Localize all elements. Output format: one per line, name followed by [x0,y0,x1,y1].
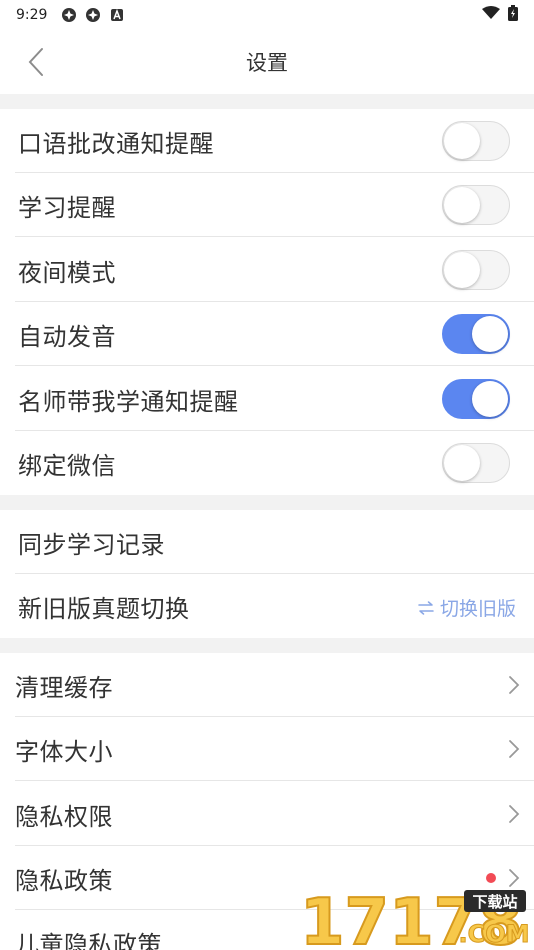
divider [15,365,534,366]
chevron-right-icon [509,740,520,758]
nav-bar: 设置 [0,30,534,94]
battery-icon [508,5,518,25]
setting-row-speaking-review-notify: 口语批改通知提醒 [0,109,534,173]
setting-row-sync-records[interactable]: 同步学习记录 [0,510,534,574]
teacher-notify-toggle[interactable] [442,379,510,419]
status-bar: 9:29 [0,0,534,30]
wifi-icon [482,6,500,24]
page-title: 设置 [246,51,288,75]
toggle-knob [444,252,480,288]
night-mode-toggle[interactable] [442,250,510,290]
study-reminder-toggle[interactable] [442,185,510,225]
setting-row-version-switch: 新旧版真题切换 切换旧版 [0,574,534,638]
setting-row-font-size[interactable]: 字体大小 [0,717,534,781]
setting-label: 名师带我学通知提醒 [18,387,239,416]
setting-row-clear-cache[interactable]: 清理缓存 [0,653,534,717]
setting-label: 自动发音 [18,322,116,351]
back-button[interactable] [18,44,54,80]
setting-row-night-mode: 夜间模式 [0,238,534,302]
toggle-knob [444,445,480,481]
keyboard-a-icon [109,7,125,23]
chevron-left-icon [28,48,43,76]
status-right [482,5,518,25]
setting-label: 隐私政策 [15,866,113,895]
setting-row-bind-wechat: 绑定微信 [0,431,534,495]
divider [15,236,534,237]
setting-label: 儿童隐私政策 [15,930,162,950]
setting-label: 绑定微信 [18,451,116,480]
watermark-domain: .COM [458,920,529,948]
section-gap [0,94,534,109]
setting-label: 清理缓存 [15,673,113,702]
bind-wechat-toggle[interactable] [442,443,510,483]
swap-arrows-icon [418,600,434,615]
status-time: 9:29 [16,7,48,23]
notification-app-icon [61,7,77,23]
toggle-knob [472,381,508,417]
setting-row-teacher-notify: 名师带我学通知提醒 [0,367,534,431]
section-gap [0,495,534,510]
setting-row-privacy-permissions[interactable]: 隐私权限 [0,782,534,846]
setting-label: 字体大小 [15,737,113,766]
watermark-badge: 下载站 [472,893,517,911]
switch-old-version-button[interactable]: 切换旧版 [418,594,516,621]
setting-label: 新旧版真题切换 [18,594,190,623]
setting-label: 同步学习记录 [18,530,165,559]
notification-app-icon-2 [85,7,101,23]
chevron-right-icon [509,676,520,694]
section-gap [0,638,534,653]
setting-label: 隐私权限 [15,802,113,831]
setting-label: 学习提醒 [18,193,116,222]
speaking-review-notify-toggle[interactable] [442,121,510,161]
setting-label: 口语批改通知提醒 [18,129,214,158]
toggle-knob [444,187,480,223]
site-watermark-logo: 17178 下载站 .COM [298,880,530,950]
toggle-knob [472,316,508,352]
toggle-knob [444,123,480,159]
setting-row-auto-pronounce: 自动发音 [0,302,534,366]
switch-old-version-label: 切换旧版 [439,598,516,620]
setting-row-study-reminder: 学习提醒 [0,173,534,237]
chevron-right-icon [509,805,520,823]
auto-pronounce-toggle[interactable] [442,314,510,354]
divider [15,780,534,781]
setting-label: 夜间模式 [18,258,116,287]
